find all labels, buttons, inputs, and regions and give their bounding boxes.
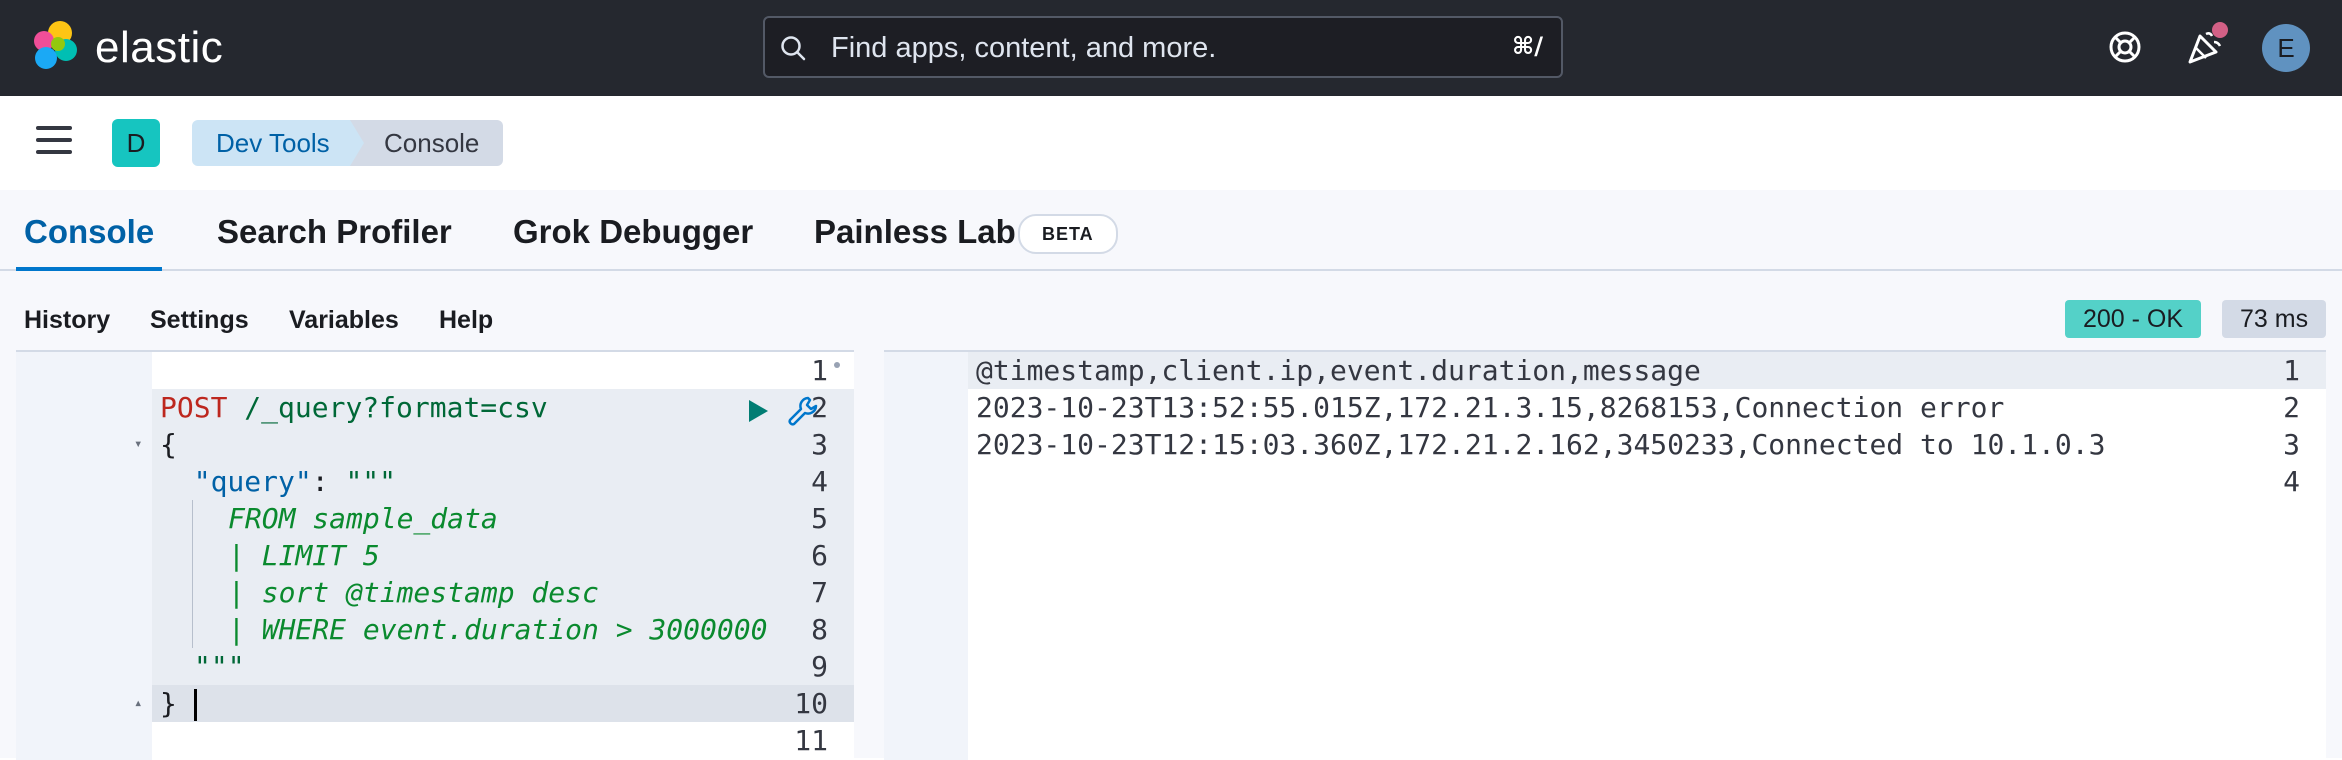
tab-bar: Console Search Profiler Grok Debugger Pa…: [0, 190, 2342, 271]
fold-up-icon[interactable]: ▴: [134, 685, 146, 722]
line-number: 11: [794, 724, 828, 757]
line-number: 8: [811, 613, 828, 646]
history-link[interactable]: History: [24, 306, 110, 335]
play-icon[interactable]: [746, 398, 770, 424]
request-url: /_query?format=csv: [227, 391, 548, 424]
news-button[interactable]: [2180, 22, 2230, 72]
response-editor[interactable]: 1 2 3 4 @timestamp,client.ip,event.durat…: [884, 350, 2326, 760]
query-line: FROM sample_data: [228, 502, 498, 535]
beta-badge: BETA: [1018, 214, 1118, 254]
query-line: | sort @timestamp desc: [228, 576, 599, 609]
request-line: POST /_query?format=csv: [160, 389, 548, 426]
response-line: 2023-10-23T13:52:55.015Z,172.21.3.15,826…: [976, 391, 2005, 424]
request-gutter: [16, 352, 152, 760]
tab-console[interactable]: Console: [15, 210, 163, 271]
breadcrumb-dev-tools[interactable]: Dev Tools: [192, 120, 370, 166]
fold-down-icon[interactable]: ▾: [134, 426, 146, 463]
triple-quote-close: """: [194, 650, 245, 683]
indent-guide: [192, 574, 193, 611]
tab-search-profiler[interactable]: Search Profiler: [217, 210, 452, 266]
line-number: 5: [811, 502, 828, 535]
notification-dot: [2212, 22, 2228, 38]
global-search[interactable]: ⌘/: [763, 16, 1563, 78]
search-icon: [781, 36, 806, 61]
line-number: 3: [811, 428, 828, 461]
line-number: 7: [811, 576, 828, 609]
hamburger-menu-icon[interactable]: [36, 126, 72, 160]
brand-name[interactable]: elastic: [95, 22, 223, 74]
user-avatar[interactable]: E: [2262, 24, 2310, 72]
elastic-logo-icon[interactable]: [30, 20, 82, 72]
status-badge: 200 - OK: [2065, 300, 2202, 338]
line-number: 1: [2283, 354, 2300, 387]
options-dot-icon: [834, 362, 840, 368]
top-header: elastic ⌘/ E: [0, 0, 2342, 96]
tab-painless-lab[interactable]: Painless Lab: [814, 210, 1016, 266]
line-number: 6: [811, 539, 828, 572]
open-brace: {: [160, 428, 177, 461]
text-caret: [194, 689, 197, 721]
close-brace: }: [160, 687, 177, 720]
query-key-line: "query": """: [160, 463, 396, 500]
duration-badge: 73 ms: [2222, 300, 2327, 338]
http-method: POST: [160, 391, 228, 424]
space-avatar[interactable]: D: [112, 119, 160, 167]
line-number: 4: [811, 465, 828, 498]
search-input[interactable]: [829, 26, 1473, 70]
query-line: | LIMIT 5: [228, 539, 380, 572]
help-lifebuoy-icon[interactable]: [2100, 22, 2150, 72]
variables-link[interactable]: Variables: [289, 306, 399, 335]
line-number: 9: [811, 650, 828, 683]
query-line: | WHERE event.duration > 3000000: [228, 613, 768, 646]
line-number: 1: [811, 354, 828, 387]
indent-guide: [192, 537, 193, 574]
line-number: 4: [2283, 465, 2300, 498]
query-separator: :: [311, 465, 346, 498]
line-number: 3: [2283, 428, 2300, 461]
tab-grok-debugger[interactable]: Grok Debugger: [513, 210, 753, 266]
query-key: "query": [193, 465, 312, 498]
editor-resizer[interactable]: [854, 350, 884, 758]
help-link[interactable]: Help: [439, 306, 493, 335]
wrench-icon[interactable]: [786, 394, 820, 428]
settings-link[interactable]: Settings: [150, 306, 249, 335]
indent-guide: [192, 500, 193, 537]
line-number: 2: [2283, 391, 2300, 424]
line-number: 10: [794, 687, 828, 720]
response-line: 2023-10-23T12:15:03.360Z,172.21.2.162,34…: [976, 428, 2106, 461]
request-editor[interactable]: 1 2 3 4 5 6 7 8 9 10 11 ▾ ▴ POST /_query…: [16, 350, 854, 760]
breadcrumb-bar: D Dev Tools Console: [0, 96, 2342, 191]
triple-quote-open: """: [345, 465, 397, 498]
response-line: @timestamp,client.ip,event.duration,mess…: [976, 354, 1701, 387]
response-gutter: [884, 352, 968, 760]
indent-guide: [192, 611, 193, 648]
search-shortcut: ⌘/: [1511, 32, 1543, 60]
dev-tools-main: Console Search Profiler Grok Debugger Pa…: [0, 190, 2342, 760]
breadcrumb-console: Console: [350, 120, 504, 166]
